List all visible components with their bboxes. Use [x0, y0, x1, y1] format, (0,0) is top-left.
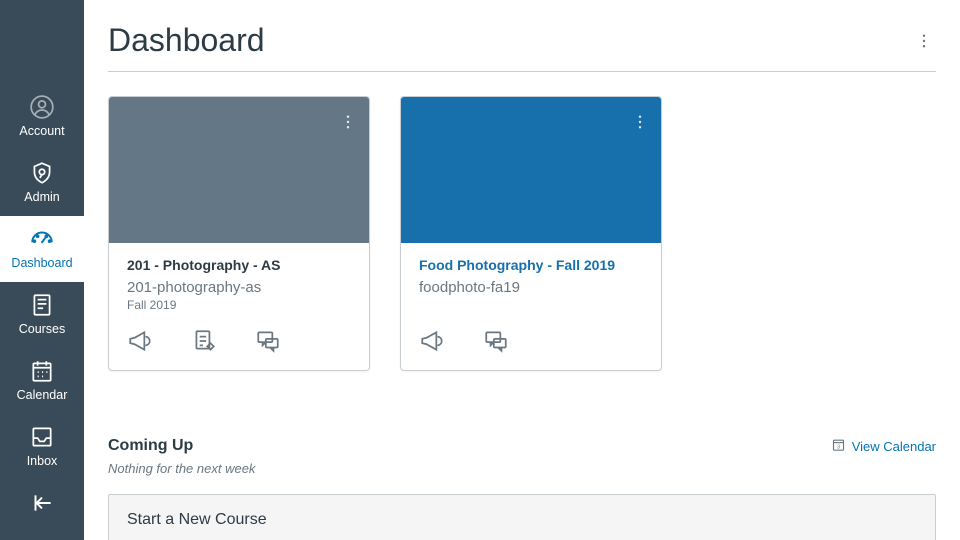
course-card-code: 201-photography-as — [127, 279, 351, 296]
sidebar-item-label: Inbox — [27, 454, 58, 468]
course-card-hero[interactable] — [109, 97, 369, 243]
inbox-icon — [29, 424, 55, 450]
course-card: Food Photography - Fall 2019 foodphoto-f… — [400, 96, 662, 371]
global-nav: Account Admin Dashboard Courses Calendar… — [0, 0, 84, 540]
sidebar-item-label: Courses — [19, 322, 66, 336]
course-card-actions — [401, 318, 661, 370]
course-card-hero[interactable] — [401, 97, 661, 243]
page-title: Dashboard — [108, 22, 265, 59]
collapse-arrow-icon — [29, 490, 55, 516]
sidebar-item-label: Account — [19, 124, 64, 138]
course-card-options-button[interactable] — [339, 113, 357, 136]
announcements-button[interactable] — [127, 328, 153, 354]
course-card-actions — [109, 318, 369, 370]
sidebar-item-label: Admin — [24, 190, 59, 204]
course-card-term: Fall 2019 — [127, 298, 351, 312]
sidebar-item-collapse[interactable] — [0, 480, 84, 516]
announcements-button[interactable] — [419, 328, 445, 354]
main-content: Dashboard 201 - Photography - AS 201-pho… — [84, 0, 960, 540]
page-header: Dashboard — [108, 22, 936, 72]
course-cards: 201 - Photography - AS 201-photography-a… — [108, 96, 936, 371]
dashboard-options-button[interactable] — [912, 23, 936, 59]
sidebar-item-dashboard[interactable]: Dashboard — [0, 216, 84, 282]
sidebar-item-account[interactable]: Account — [0, 84, 84, 150]
svg-text:3: 3 — [837, 444, 840, 450]
coming-up-header: Coming Up 3 View Calendar — [108, 437, 936, 455]
course-card-options-button[interactable] — [631, 113, 649, 136]
sidebar-item-label: Dashboard — [11, 256, 72, 270]
course-card-body: Food Photography - Fall 2019 foodphoto-f… — [401, 243, 661, 318]
start-new-course-button[interactable]: Start a New Course — [108, 494, 936, 540]
coming-up-section: Coming Up 3 View Calendar Nothing for th… — [108, 437, 936, 476]
view-calendar-link[interactable]: 3 View Calendar — [831, 437, 936, 455]
sidebar-item-calendar[interactable]: Calendar — [0, 348, 84, 414]
course-card-term — [419, 298, 643, 312]
sidebar-item-admin[interactable]: Admin — [0, 150, 84, 216]
view-calendar-label: View Calendar — [852, 439, 936, 454]
start-new-course-label: Start a New Course — [127, 511, 267, 528]
course-card-code: foodphoto-fa19 — [419, 279, 643, 296]
calendar-small-icon: 3 — [831, 437, 846, 455]
brand-logo[interactable] — [0, 0, 84, 84]
sidebar-item-label: Calendar — [17, 388, 68, 402]
course-card: 201 - Photography - AS 201-photography-a… — [108, 96, 370, 371]
discussions-button[interactable] — [483, 328, 509, 354]
course-card-body: 201 - Photography - AS 201-photography-a… — [109, 243, 369, 318]
coming-up-heading: Coming Up — [108, 437, 193, 455]
dashboard-gauge-icon — [29, 226, 55, 252]
course-card-title[interactable]: Food Photography - Fall 2019 — [419, 257, 643, 273]
coming-up-empty-text: Nothing for the next week — [108, 461, 936, 476]
assignments-button[interactable] — [191, 328, 217, 354]
user-circle-icon — [29, 94, 55, 120]
calendar-icon — [29, 358, 55, 384]
shield-icon — [29, 160, 55, 186]
sidebar-item-inbox[interactable]: Inbox — [0, 414, 84, 480]
book-icon — [29, 292, 55, 318]
course-card-title[interactable]: 201 - Photography - AS — [127, 257, 351, 273]
sidebar-item-courses[interactable]: Courses — [0, 282, 84, 348]
discussions-button[interactable] — [255, 328, 281, 354]
